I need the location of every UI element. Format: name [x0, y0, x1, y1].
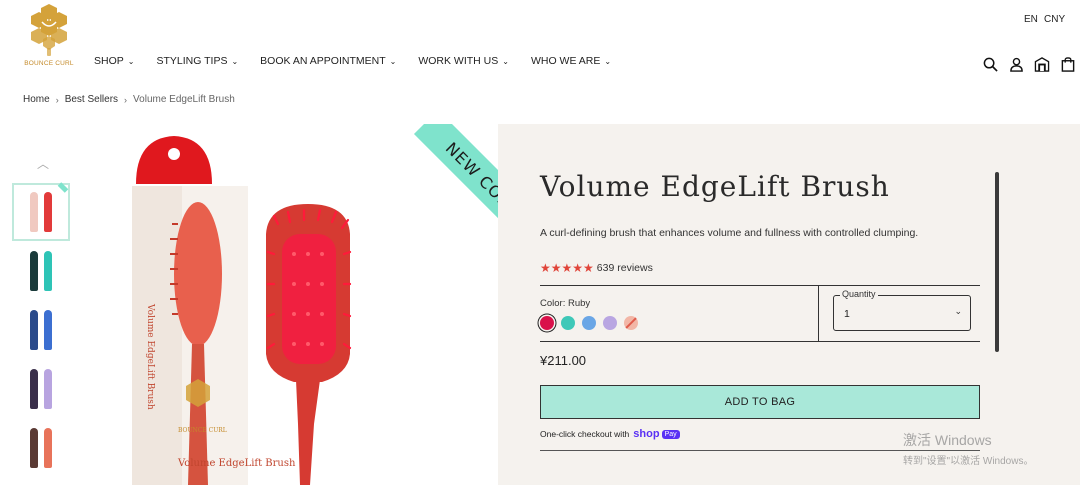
- nav-who-we-are[interactable]: WHO WE ARE ⌄: [531, 55, 611, 67]
- currency-selector[interactable]: CNY: [1044, 14, 1065, 25]
- windows-activation-watermark: 激活 Windows 转到"设置"以激活 Windows。: [903, 430, 1033, 467]
- nav-shop[interactable]: SHOP ⌄: [94, 55, 134, 67]
- new-ribbon-mini: [57, 182, 69, 193]
- product-main-image[interactable]: Volume EdgeLift Brush BOUNCE CURL Volume…: [78, 124, 498, 485]
- box-vertical-text: Volume EdgeLift Brush: [145, 303, 155, 410]
- unavailable-strike-icon: [624, 316, 638, 330]
- chevron-down-icon: ⌄: [604, 56, 612, 66]
- nav-label: BOOK AN APPOINTMENT: [260, 55, 386, 67]
- site-header: BOUNCE CURL EN CNY SHOP ⌄ STYLING TIPS ⌄ B…: [0, 0, 1080, 88]
- honeycomb-logo-icon: [31, 4, 67, 56]
- thumb-brush: [44, 310, 52, 350]
- thumb-brush: [44, 369, 52, 409]
- options-divider: [818, 286, 819, 342]
- breadcrumb-category[interactable]: Best Sellers: [65, 94, 118, 105]
- chevron-down-icon: ⌄: [231, 56, 239, 66]
- thumbnail-ruby[interactable]: [12, 182, 70, 241]
- watermark-line-1: 激活 Windows: [903, 432, 992, 448]
- product-description: A curl-defining brush that enhances volu…: [540, 227, 919, 239]
- thumb-box: [30, 310, 38, 350]
- swatch-ruby[interactable]: [540, 316, 554, 330]
- search-icon[interactable]: [982, 56, 998, 72]
- nav-work-with-us[interactable]: WORK WITH US ⌄: [418, 55, 509, 67]
- thumb-box: [30, 428, 38, 468]
- add-to-bag-button[interactable]: ADD TO BAG: [540, 385, 980, 419]
- oneclick-text: One-click checkout with: [540, 429, 630, 439]
- box-brand-text: BOUNCE CURL: [178, 427, 227, 434]
- swatch-blue[interactable]: [582, 316, 596, 330]
- thumb-box: [30, 369, 38, 409]
- thumbnail-blue[interactable]: [12, 301, 70, 359]
- nav-label: WHO WE ARE: [530, 55, 601, 67]
- color-swatches: [540, 316, 638, 330]
- main-nav: SHOP ⌄ STYLING TIPS ⌄ BOOK AN APPOINTMENT ⌄…: [94, 55, 633, 67]
- language-selector[interactable]: EN: [1024, 14, 1038, 25]
- product-rating[interactable]: ★★★★★ 639 reviews: [540, 261, 653, 275]
- quantity-value: 1: [844, 308, 850, 320]
- shop-pay-checkout[interactable]: One-click checkout with shop Pay: [540, 428, 680, 440]
- nav-label: SHOP: [94, 55, 124, 67]
- thumb-box: [30, 251, 38, 291]
- chevron-right-icon: ›: [55, 94, 59, 105]
- account-icon[interactable]: [1008, 56, 1024, 72]
- box-front-text: Volume EdgeLift Brush: [177, 458, 296, 469]
- swatch-lavender[interactable]: [603, 316, 617, 330]
- swatch-teal[interactable]: [561, 316, 575, 330]
- thumb-brush: [44, 192, 52, 232]
- quantity-label: Quantity: [840, 289, 878, 299]
- chevron-down-icon: ⌄: [502, 56, 509, 66]
- thumb-box: [30, 192, 38, 232]
- thumbnail-lavender[interactable]: [12, 360, 70, 418]
- bag-icon[interactable]: [1060, 56, 1076, 72]
- thumbnail-coral[interactable]: [12, 419, 70, 477]
- swatch-coral-unavailable[interactable]: [624, 316, 638, 330]
- nav-label: WORK WITH US: [418, 55, 499, 67]
- watermark-line-2: 转到"设置"以激活 Windows。: [903, 456, 1034, 467]
- thumbnail-teal[interactable]: [12, 242, 70, 300]
- chevron-down-icon: ⌄: [954, 306, 962, 316]
- chevron-right-icon: ›: [124, 94, 128, 105]
- nav-book-appointment[interactable]: BOOK AN APPOINTMENT ⌄: [260, 55, 396, 67]
- breadcrumb-home[interactable]: Home: [23, 94, 50, 105]
- pay-badge: Pay: [661, 429, 680, 439]
- quantity-select[interactable]: Quantity 1 ⌄: [833, 289, 971, 331]
- panel-scrollbar[interactable]: [995, 172, 999, 352]
- product-photo: Volume EdgeLift Brush BOUNCE CURL Volume…: [132, 136, 352, 485]
- chevron-up-icon[interactable]: ︿: [36, 155, 50, 171]
- product-price: ¥211.00: [540, 353, 587, 368]
- color-label: Color: Ruby: [540, 298, 591, 309]
- store-icon[interactable]: [1034, 56, 1050, 72]
- shop-pay-logo-icon: shop: [633, 428, 660, 440]
- options-row: Color: Ruby Quantity 1 ⌄: [540, 285, 980, 342]
- nav-label: STYLING TIPS: [156, 55, 228, 67]
- star-rating-icon: ★★★★★: [540, 261, 594, 275]
- thumb-brush: [44, 251, 52, 291]
- chevron-down-icon: ⌄: [127, 56, 135, 66]
- breadcrumb: Home › Best Sellers › Volume EdgeLift Br…: [23, 94, 235, 105]
- chevron-down-icon: ⌄: [389, 56, 397, 66]
- breadcrumb-current: Volume EdgeLift Brush: [133, 94, 235, 105]
- header-icons: [982, 56, 1076, 72]
- thumb-brush: [44, 428, 52, 468]
- product-title: Volume EdgeLift Brush: [540, 170, 890, 203]
- review-count[interactable]: 639 reviews: [597, 262, 653, 274]
- thumbnail-list: [12, 182, 70, 478]
- nav-styling-tips[interactable]: STYLING TIPS ⌄: [156, 55, 238, 67]
- logo-text: BOUNCE CURL: [24, 60, 74, 67]
